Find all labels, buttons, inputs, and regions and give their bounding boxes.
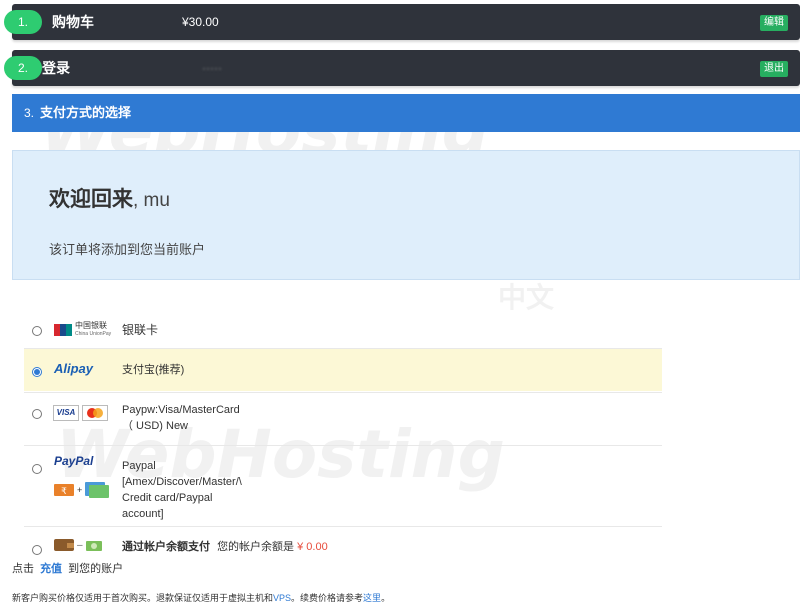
step-number: 1. — [4, 10, 42, 34]
radio-unionpay[interactable] — [32, 326, 42, 336]
divider — [24, 526, 662, 527]
method-unionpay[interactable]: 中国银联 China UnionPay 银联卡 — [24, 312, 662, 348]
card-label: Paypw:Visa/MasterCard （ USD) New — [122, 404, 240, 432]
user-name: , mu — [133, 190, 170, 211]
paypal-cards-icon: ₹ + — [54, 482, 110, 498]
radio-balance[interactable] — [32, 545, 42, 555]
cart-step: 1. 购物车 ¥30.00 编辑 — [4, 4, 800, 40]
login-title: 登录 — [42, 60, 70, 76]
welcome-panel: 欢迎回来, mu 该订单将添加到您当前账户 — [12, 150, 800, 280]
method-balance[interactable]: – 通过帐户余额支付 您的帐户余额是 ¥ 0.00 — [24, 530, 662, 560]
svg-text:₹: ₹ — [61, 487, 67, 497]
watermark-cn: 中文 — [498, 281, 555, 314]
method-alipay[interactable]: Alipay 支付宝(推荐) — [24, 349, 662, 391]
step-number: 3. — [24, 106, 35, 120]
logout-button[interactable]: 退出 — [760, 61, 788, 77]
recharge-link[interactable]: 充值 — [40, 563, 62, 575]
alipay-logo: Alipay — [54, 361, 94, 376]
payment-step: 3. 支付方式的选择 — [12, 94, 800, 132]
unionpay-logo: 中国银联 China UnionPay — [54, 322, 111, 338]
welcome-heading: 欢迎回来, mu — [49, 188, 170, 211]
unionpay-label: 银联卡 — [122, 323, 159, 337]
alipay-label: 支付宝(推荐) — [122, 364, 185, 376]
radio-card[interactable] — [32, 409, 42, 419]
radio-paypal[interactable] — [32, 464, 42, 474]
payment-title: 支付方式的选择 — [40, 105, 132, 120]
renewal-price-link[interactable]: 这里 — [363, 593, 381, 603]
welcome-note: 该订单将添加到您当前账户 — [49, 242, 206, 257]
method-card[interactable]: VISA Paypw:Visa/MasterCard （ USD) New — [24, 393, 662, 443]
footer-note: 新客户购买价格仅适用于首次购买。退款保证仅适用于虚拟主机和VPS。续费价格请参考… — [12, 593, 391, 603]
balance-amount: ¥ 0.00 — [297, 541, 328, 553]
account-name: ····· — [202, 61, 222, 75]
paypal-label: Paypal [Amex/Discover/Master/\ Credit ca… — [122, 460, 242, 520]
paypal-logo: PayPal — [54, 454, 94, 468]
radio-alipay[interactable] — [32, 367, 42, 377]
mastercard-logo — [82, 405, 108, 421]
visa-logo: VISA — [53, 405, 79, 421]
wallet-icon: – — [54, 538, 102, 552]
edit-button[interactable]: 编辑 — [760, 15, 788, 31]
recharge-line: 点击 充值 到您的账户 — [12, 563, 124, 575]
step-number: 2. — [4, 56, 42, 80]
cart-title: 购物车 — [52, 14, 94, 30]
cart-amount: ¥30.00 — [182, 15, 219, 29]
method-paypal[interactable]: PayPal ₹ + Paypal [Amex/Discover/Master/… — [24, 446, 662, 526]
balance-label: 通过帐户余额支付 您的帐户余额是 ¥ 0.00 — [122, 541, 328, 553]
login-step: 2. 登录 ····· 退出 — [4, 50, 800, 86]
